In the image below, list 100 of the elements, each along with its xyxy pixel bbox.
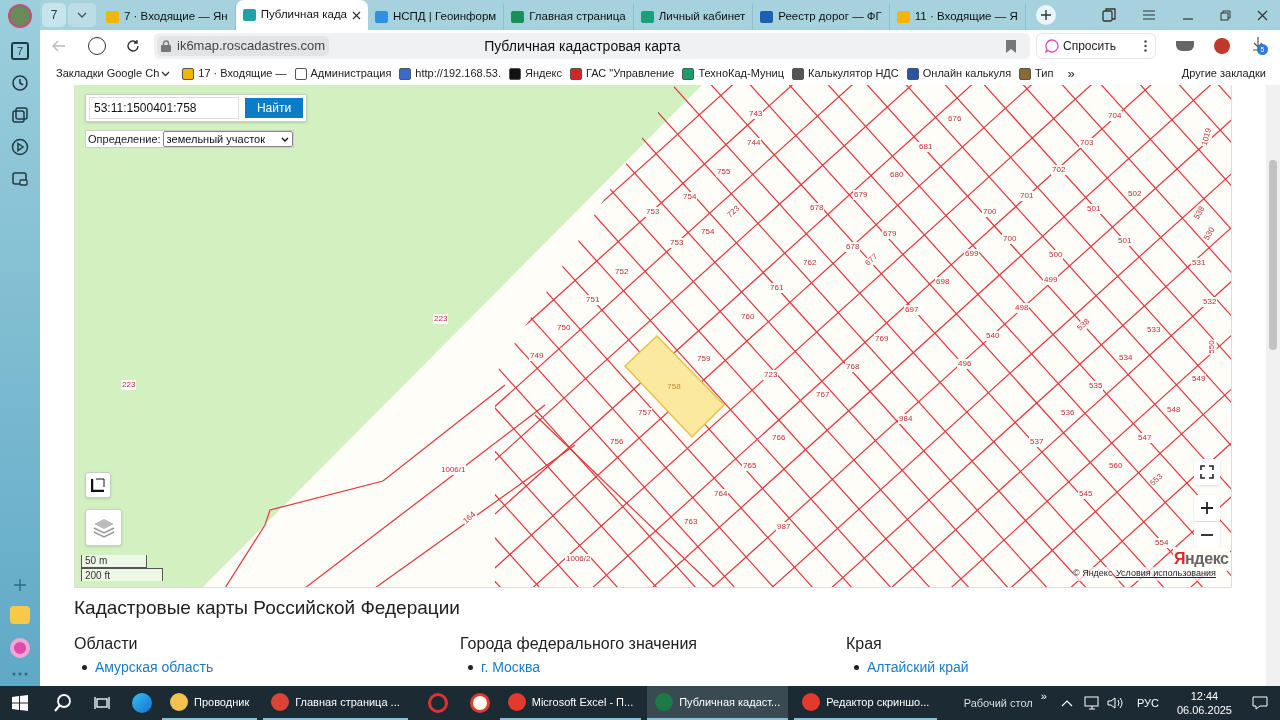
history-icon[interactable] <box>11 74 29 92</box>
fullscreen-button[interactable] <box>1194 459 1220 485</box>
taskbar-app[interactable]: Microsoft Excel - П... <box>499 686 642 720</box>
parcel-number: 537 <box>1029 437 1045 447</box>
restore-icon[interactable] <box>1220 9 1231 21</box>
more-vertical-icon[interactable] <box>1144 40 1147 52</box>
taskbar-app[interactable]: Главная страница ... <box>263 686 408 720</box>
profile-avatar[interactable] <box>8 4 32 28</box>
favicon-icon <box>760 11 774 23</box>
bookmark[interactable]: 17 · Входящие — <box>182 65 287 82</box>
bookmark[interactable]: Администрация <box>294 65 392 82</box>
parcel-number: 699 <box>964 249 980 259</box>
layers-button[interactable] <box>85 509 122 546</box>
parcel-number: 538 <box>1074 316 1093 334</box>
parcel-number: 764 <box>713 489 729 499</box>
other-bookmarks-button[interactable]: Другие закладки <box>1181 65 1266 82</box>
address-field[interactable]: ik6map.roscadastres.com Публичная кадастровая карта <box>154 33 1031 59</box>
tab-counter[interactable]: 7 <box>42 3 66 27</box>
zoom-out-button[interactable] <box>1194 521 1220 547</box>
bookmark[interactable]: http://192.168.53. <box>399 65 501 82</box>
parcel-number: 723 <box>763 370 779 380</box>
favicon-icon <box>106 11 119 23</box>
region-link[interactable]: Амурская область <box>95 658 214 676</box>
selected-parcel[interactable] <box>623 334 726 439</box>
search-icon[interactable] <box>54 694 72 712</box>
layers-icon <box>92 517 115 538</box>
scrollbar[interactable] <box>1266 85 1280 686</box>
parcel-number: 762 <box>802 258 818 268</box>
favicon-icon <box>182 67 195 80</box>
extension-icon[interactable] <box>1176 41 1194 51</box>
ask-button[interactable]: Спросить <box>1063 37 1116 55</box>
parcel-number: 763 <box>683 517 699 527</box>
parcel-number: 553 <box>1147 471 1166 489</box>
scale-bar: 50 m <box>81 555 147 568</box>
chevron-down-icon[interactable] <box>161 70 171 77</box>
more-bookmarks-button[interactable]: » <box>1067 63 1075 84</box>
app-icon <box>802 693 821 711</box>
mode-select[interactable]: земельный участок <box>162 131 293 147</box>
parcel-number: 750 <box>556 323 572 333</box>
parcel-number: 769 <box>874 334 890 344</box>
counter-badge[interactable]: 7 <box>11 42 29 60</box>
bookmark-icon[interactable] <box>1006 39 1017 53</box>
taskbar-app[interactable]: Публичная кадаст... <box>647 686 789 720</box>
parcel-number: 501 <box>1117 236 1133 246</box>
parcel-number: 678 <box>845 242 861 252</box>
bookmark[interactable]: Тип <box>1019 65 1054 82</box>
notifications-icon[interactable] <box>1252 696 1268 710</box>
parcel-number: 531 <box>1191 258 1207 268</box>
edge-icon[interactable] <box>132 693 152 713</box>
clock-time[interactable]: 12:44 <box>1190 689 1219 703</box>
browser-icon[interactable] <box>469 693 490 713</box>
bookmark[interactable]: Закладки Google Ch <box>56 65 160 82</box>
play-icon[interactable] <box>11 138 29 156</box>
parcel-number: 702 <box>1051 165 1067 175</box>
cadastral-number-field[interactable]: 53:11:1500401:758 <box>89 97 239 119</box>
parcel-number: 767 <box>815 390 831 400</box>
new-tab-button[interactable] <box>1035 5 1056 25</box>
parcel-number: 757 <box>637 408 653 418</box>
screenshot-icon[interactable] <box>11 170 29 188</box>
reload-icon[interactable] <box>126 39 140 53</box>
parcel-number: 752 <box>614 267 630 277</box>
parcel-number: 697 <box>904 305 920 315</box>
bookmark[interactable]: Онлайн калькуля <box>906 65 1012 82</box>
app-icon[interactable] <box>427 693 448 713</box>
region-link[interactable]: Алтайский край <box>867 658 969 676</box>
bookmark[interactable]: Яндекс <box>509 65 562 82</box>
plus-icon <box>1201 502 1213 514</box>
language-indicator[interactable]: РУС <box>1136 694 1159 712</box>
bookmark[interactable]: ТехноКад-Муниц <box>682 65 784 82</box>
browser-tab[interactable]: Публичная када <box>235 0 368 30</box>
taskbar-app[interactable]: Редактор скриншо... <box>794 686 938 720</box>
chevron-up-icon[interactable] <box>1060 699 1073 707</box>
tabs-overview-icon[interactable] <box>1102 8 1116 22</box>
find-button[interactable]: Найти <box>245 98 303 118</box>
scrollbar-thumb[interactable] <box>1269 160 1277 350</box>
task-view-icon[interactable] <box>94 696 110 710</box>
zoom-in-button[interactable] <box>1194 495 1220 521</box>
windows-start-icon[interactable] <box>12 695 28 711</box>
ruler-button[interactable] <box>85 472 111 498</box>
collections-icon[interactable] <box>11 106 29 124</box>
extension-icon[interactable] <box>1214 38 1230 54</box>
parcel-number: 540 <box>985 331 1001 341</box>
bookmark[interactable]: ГАС "Управление <box>570 65 675 82</box>
bullet-icon <box>854 664 859 670</box>
terms-link[interactable]: Условия использования <box>1116 567 1216 581</box>
parcel-number: 758 <box>667 382 681 391</box>
volume-icon[interactable] <box>1106 696 1123 710</box>
clock-date[interactable]: 06.06.2025 <box>1176 703 1232 717</box>
desktop-label[interactable]: Рабочий стол <box>963 694 1033 712</box>
parcel-number: 533 <box>1146 325 1162 335</box>
favicon-icon <box>906 67 919 80</box>
close-icon[interactable] <box>1257 9 1268 21</box>
region-link[interactable]: г. Москва <box>481 658 540 676</box>
close-tab-icon[interactable] <box>352 10 361 20</box>
more-chevron[interactable]: » <box>1040 688 1047 705</box>
taskbar-app[interactable]: Проводник <box>162 686 258 720</box>
parcel-number: 703 <box>1079 138 1095 148</box>
favicon-icon <box>1019 67 1032 80</box>
network-icon[interactable] <box>1082 696 1099 710</box>
bookmark[interactable]: Калькулятор НДС <box>791 65 899 82</box>
